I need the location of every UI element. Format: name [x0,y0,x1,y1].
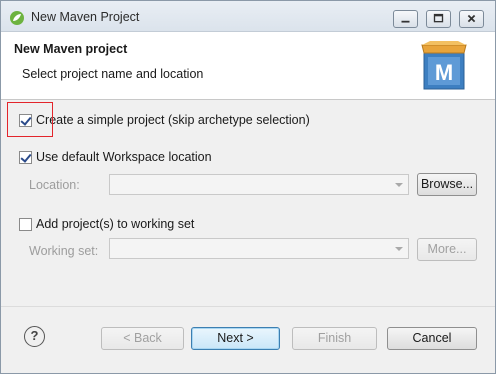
page-title: New Maven project [14,42,128,56]
default-workspace-checkbox[interactable] [19,151,32,164]
chevron-down-icon [390,175,408,194]
cancel-button[interactable]: Cancel [387,327,477,350]
spring-leaf-icon [10,11,24,25]
highlight-annotation [7,102,53,137]
footer-divider [1,306,495,307]
window-title: New Maven Project [31,10,140,24]
browse-button[interactable]: Browse... [417,173,477,196]
finish-button[interactable]: Finish [292,327,377,350]
next-button[interactable]: Next > [191,327,280,350]
simple-project-label[interactable]: Create a simple project (skip archetype … [36,113,310,127]
working-set-field-label: Working set: [29,244,99,258]
chevron-down-icon [390,239,408,258]
maven-logo-icon: M [421,41,467,90]
back-button[interactable]: < Back [101,327,184,350]
title-bar[interactable]: New Maven Project [1,1,495,32]
maven-logo-letter: M [435,60,453,85]
dialog-window: New Maven Project New Maven project Sele… [0,0,496,374]
wizard-header: New Maven project Select project name an… [1,32,495,100]
working-set-checkbox[interactable] [19,218,32,231]
location-combo [109,174,409,195]
minimize-icon [401,20,410,23]
working-set-combo [109,238,409,259]
close-icon [467,14,476,23]
page-subtitle: Select project name and location [22,67,204,81]
minimize-button[interactable] [393,10,418,28]
location-label: Location: [29,178,80,192]
default-workspace-label[interactable]: Use default Workspace location [36,150,212,164]
maximize-icon [433,13,444,23]
more-button[interactable]: More... [417,238,477,261]
maximize-button[interactable] [426,10,451,28]
working-set-label[interactable]: Add project(s) to working set [36,217,194,231]
help-icon[interactable]: ? [24,326,45,347]
close-button[interactable] [459,10,484,28]
